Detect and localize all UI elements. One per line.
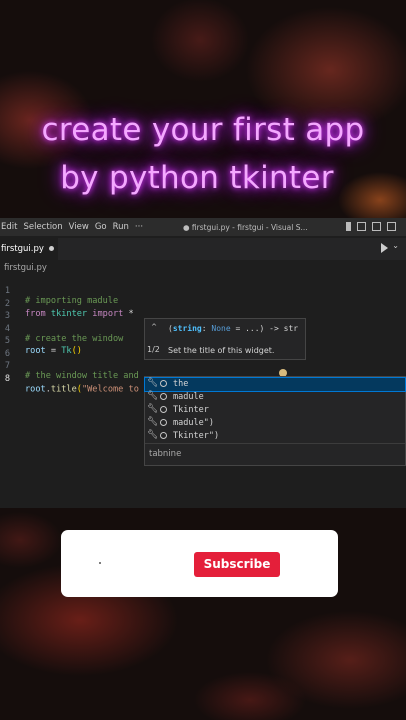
chevron-up-icon[interactable]: ^ [149, 323, 159, 332]
divider [145, 443, 405, 444]
signature-doc: Set the title of this widget. [168, 346, 275, 355]
unsaved-dot-icon[interactable] [48, 246, 54, 251]
suggestion-item[interactable]: 🔧︎ madule [145, 391, 405, 404]
tab-label: firstgui.py [1, 244, 44, 254]
headline-line-2: by python tkinter [60, 160, 334, 196]
wrench-icon: 🔧︎ [147, 378, 159, 388]
snippet-icon [160, 380, 167, 387]
snippet-icon [160, 432, 167, 439]
menu-view[interactable]: View [69, 222, 95, 232]
layout-controls [346, 222, 396, 231]
suggestion-footer: tabnine [149, 449, 182, 459]
suggestion-item[interactable]: 🔧︎ madule") [145, 417, 405, 430]
menu-more[interactable]: ··· [135, 222, 149, 232]
wrench-icon: 🔧︎ [147, 430, 159, 440]
snippet-icon [160, 406, 167, 413]
subscribe-button[interactable]: Subscribe [194, 552, 280, 577]
wrench-icon: 🔧︎ [147, 417, 159, 427]
code-line: 1 # importing madule [0, 276, 406, 306]
channel-avatar [99, 562, 101, 564]
toggle-panel-icon[interactable] [357, 222, 366, 231]
menu-run[interactable]: Run [113, 222, 135, 232]
code-line: 3 [0, 301, 406, 321]
param-default: None [211, 324, 231, 333]
menu-selection[interactable]: Selection [23, 222, 68, 232]
tab-bar: firstgui.py ⌄ [0, 238, 406, 260]
chevron-down-icon[interactable]: ⌄ [392, 241, 399, 250]
suggestion-widget: 🔧︎ the 🔧︎ madule 🔧︎ Tkinter 🔧︎ madule") 🔧︎ Tk… [144, 376, 406, 466]
run-icon[interactable] [381, 243, 388, 253]
snippet-icon [160, 419, 167, 426]
method-name: title [50, 384, 77, 394]
signature-help-popup: ^ (string: None = ...) -> str 1/2 Set th… [144, 318, 306, 360]
breadcrumb[interactable]: firstgui.py [4, 263, 47, 273]
menu-go[interactable]: Go [95, 222, 113, 232]
line-number: 8 [4, 373, 10, 384]
subscribe-card: Subscribe [61, 530, 338, 597]
suggestion-item[interactable]: 🔧︎ Tkinter") [145, 430, 405, 443]
snippet-icon [160, 393, 167, 400]
menu-bar: Edit Selection View Go Run ··· ● firstgu… [0, 218, 406, 236]
toggle-secondary-sidebar-icon[interactable] [372, 222, 381, 231]
suggestion-item[interactable]: 🔧︎ the [144, 377, 406, 392]
vscode-editor-window: Edit Selection View Go Run ··· ● firstgu… [0, 218, 406, 508]
suggestion-item[interactable]: 🔧︎ Tkinter [145, 404, 405, 417]
headline-line-1: create your first app [41, 112, 365, 148]
signature-nav: ^ [149, 323, 159, 332]
code-line-current: 8 root.title("Welcome to ") [0, 364, 406, 395]
active-param: string [172, 324, 202, 333]
signature-page-indicator: 1/2 [147, 345, 160, 354]
code-line: 2 from tkinter import * [0, 289, 406, 319]
signature-params: (string: None = ...) -> str [168, 324, 299, 333]
wrench-icon: 🔧︎ [147, 404, 159, 414]
wrench-icon: 🔧︎ [147, 391, 159, 401]
window-title: ● firstgui.py - firstgui - Visual S... [183, 222, 308, 232]
toggle-sidebar-icon[interactable] [346, 222, 351, 231]
customize-layout-icon[interactable] [387, 222, 396, 231]
menu-edit[interactable]: Edit [0, 222, 23, 232]
variable: root [25, 384, 46, 394]
tab-firstgui[interactable]: firstgui.py [0, 238, 58, 260]
string-literal: "Welcome to " [81, 384, 150, 394]
